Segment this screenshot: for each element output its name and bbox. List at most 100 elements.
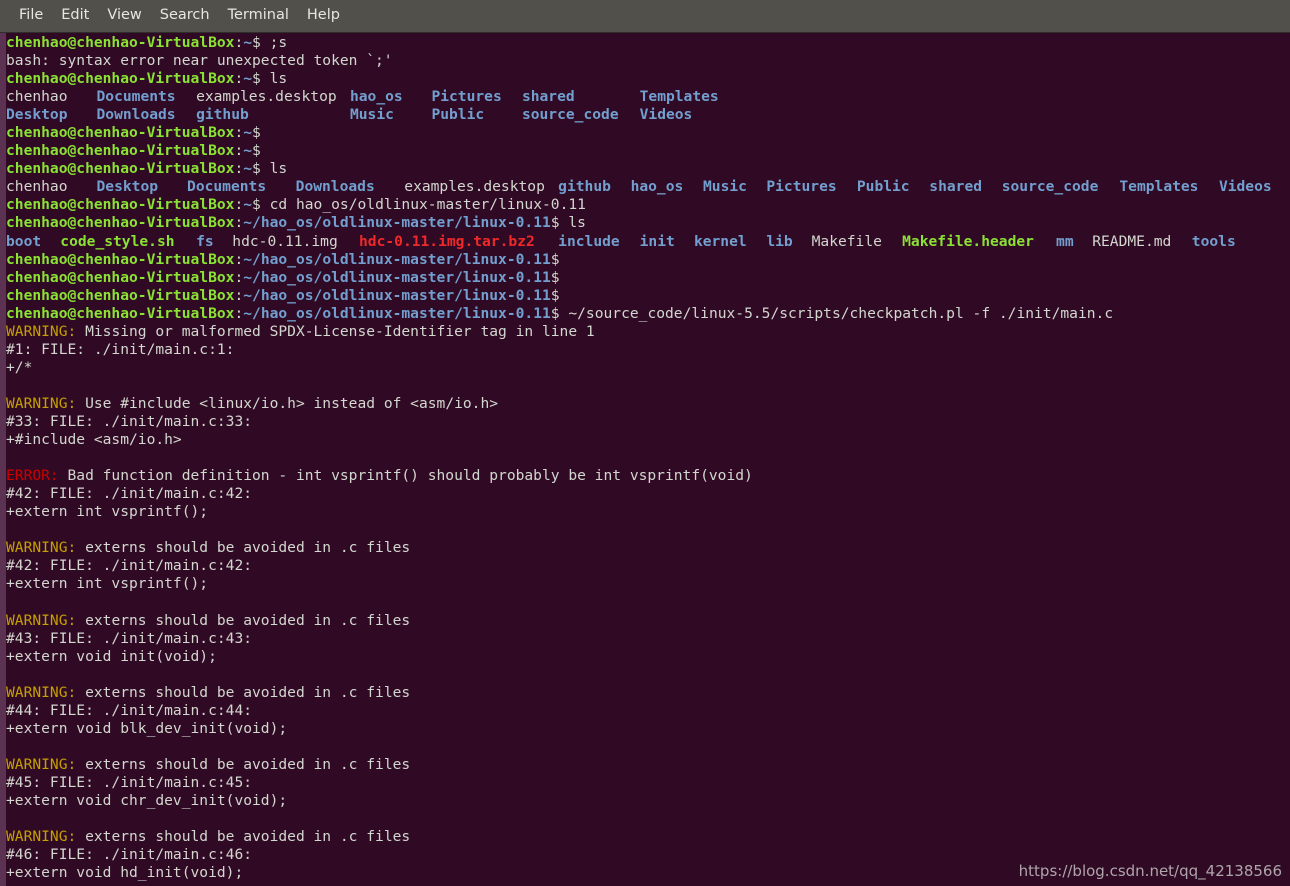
- prompt-user-host: chenhao@chenhao-VirtualBox: [6, 34, 235, 51]
- terminal-output-line: +extern void chr_dev_init(void);: [6, 791, 288, 809]
- ls-entry: boot: [6, 232, 42, 250]
- terminal-output-line: +extern int vsprintf();: [6, 575, 209, 593]
- menu-item-terminal[interactable]: Terminal: [219, 6, 298, 26]
- ls-entry: fs: [196, 232, 214, 250]
- ls-output-line: chenhao Desktop Documents Downloads examples…: [6, 178, 1272, 196]
- terminal-output-line: #42: FILE: ./init/main.c:42:: [6, 485, 253, 503]
- prompt-user-host: chenhao@chenhao-VirtualBox: [6, 268, 235, 286]
- ls-entry: code_style.sh: [60, 232, 175, 250]
- diagnostic-message: externs should be avoided in .c files: [76, 828, 411, 846]
- checkpatch-warning-line: WARNING: externs should be avoided in .c…: [6, 612, 1113, 630]
- ls-output-line: Desktop Downloads github Music Public source_…: [6, 106, 1113, 124]
- ls-entry: tools: [1191, 232, 1236, 250]
- ls-entry: hdc-0.11.img: [232, 232, 338, 250]
- terminal-output-line: +extern int vsprintf();: [6, 503, 209, 521]
- prompt-path: ~/hao_os/oldlinux-master/linux-0.11: [243, 268, 551, 286]
- terminal-output-line: #43: FILE: ./init/main.c:43:: [6, 629, 253, 647]
- ls-entry: Music: [703, 178, 747, 196]
- terminal-output-line: +#include <asm/io.h>: [6, 431, 182, 449]
- terminal-prompt-line: chenhao@chenhao-VirtualBox:~$ ;s: [6, 34, 288, 51]
- menu-item-search[interactable]: Search: [151, 6, 219, 26]
- ls-entry: Pictures: [766, 178, 837, 196]
- menu-item-view[interactable]: View: [98, 6, 150, 26]
- menu-item-help[interactable]: Help: [298, 6, 349, 26]
- ls-entry: hao_os: [349, 88, 403, 106]
- terminal-prompt-line: chenhao@chenhao-VirtualBox:~$ ls: [6, 70, 288, 88]
- menu-item-edit[interactable]: Edit: [52, 6, 98, 26]
- prompt-command: ls: [260, 70, 288, 88]
- warning-label: WARNING:: [6, 611, 77, 629]
- prompt-path: ~: [243, 160, 253, 178]
- ls-entry: chenhao: [6, 178, 68, 196]
- terminal-output-line: +extern void blk_dev_init(void);: [6, 719, 288, 737]
- watermark-text: https://blog.csdn.net/qq_42138566: [1018, 862, 1282, 880]
- terminal-prompt-line: chenhao@chenhao-VirtualBox:~$: [6, 124, 261, 142]
- ls-entry: Templates: [639, 88, 719, 106]
- warning-label: WARNING:: [6, 683, 77, 701]
- prompt-command: ;s: [260, 34, 288, 51]
- terminal-output-line: #1: FILE: ./init/main.c:1:: [6, 340, 235, 358]
- ls-entry: Videos: [1218, 178, 1272, 196]
- ls-entry: examples.desktop: [196, 88, 337, 106]
- ls-entry: mm: [1056, 232, 1074, 250]
- terminal-output-line: #33: FILE: ./init/main.c:33:: [6, 412, 253, 430]
- ls-entry: Makefile.header: [902, 232, 1034, 250]
- ls-entry: hdc-0.11.img.tar.bz2: [359, 232, 535, 250]
- ls-entry: Documents: [96, 88, 176, 106]
- prompt-path: ~: [243, 142, 253, 160]
- ls-entry: Templates: [1119, 178, 1199, 196]
- ls-entry: Desktop: [96, 178, 159, 196]
- ls-output-line: chenhao Documents examples.desktop hao_os Pi…: [6, 88, 1113, 106]
- ls-entry: lib: [766, 232, 793, 250]
- terminal-output-line: +extern void init(void);: [6, 647, 217, 665]
- terminal-prompt-line: chenhao@chenhao-VirtualBox:~$: [6, 142, 261, 160]
- menu-bar: File Edit View Search Terminal Help: [0, 0, 1290, 33]
- prompt-user-host: chenhao@chenhao-VirtualBox: [6, 286, 235, 304]
- ls-entry: github: [558, 178, 611, 196]
- ls-entry: source_code: [521, 106, 619, 124]
- ls-entry: source_code: [1001, 178, 1099, 196]
- terminal-output-line: #42: FILE: ./init/main.c:42:: [6, 557, 253, 575]
- ls-entry: Public: [856, 178, 910, 196]
- prompt-path: ~/hao_os/oldlinux-master/linux-0.11: [243, 304, 551, 322]
- prompt-command: ls: [559, 214, 586, 232]
- ls-entry: chenhao: [6, 88, 68, 106]
- terminal-screen[interactable]: chenhao@chenhao-VirtualBox:~$ ;s bash: sy…: [0, 33, 1290, 886]
- ls-entry: Documents: [187, 178, 267, 196]
- prompt-path: ~/hao_os/oldlinux-master/linux-0.11: [243, 286, 551, 304]
- prompt-path: ~: [243, 124, 253, 142]
- terminal-prompt-line: chenhao@chenhao-VirtualBox:~/hao_os/oldl…: [6, 304, 1114, 322]
- checkpatch-warning-line: WARNING: Use #include <linux/io.h> inste…: [6, 395, 1113, 413]
- prompt-path: ~: [243, 70, 253, 88]
- ls-entry: Public: [431, 106, 485, 124]
- ls-entry: Videos: [639, 106, 693, 124]
- prompt-path: ~/hao_os/oldlinux-master/linux-0.11: [243, 250, 551, 268]
- warning-label: WARNING:: [6, 394, 77, 412]
- ls-entry: github: [196, 106, 249, 124]
- diagnostic-message: Missing or malformed SPDX-License-Identi…: [76, 322, 595, 340]
- diagnostic-message: externs should be avoided in .c files: [76, 539, 411, 557]
- ls-entry: Downloads: [96, 106, 176, 124]
- prompt-path: ~: [243, 34, 253, 51]
- diagnostic-message: externs should be avoided in .c files: [76, 683, 411, 701]
- terminal-output-line: #46: FILE: ./init/main.c:46:: [6, 846, 253, 864]
- menu-item-file[interactable]: File: [10, 6, 52, 26]
- prompt-user-host: chenhao@chenhao-VirtualBox: [6, 214, 235, 232]
- prompt-user-host: chenhao@chenhao-VirtualBox: [6, 124, 235, 142]
- prompt-user-host: chenhao@chenhao-VirtualBox: [6, 160, 235, 178]
- checkpatch-warning-line: WARNING: externs should be avoided in .c…: [6, 828, 1113, 846]
- ls-entry: shared: [521, 88, 575, 106]
- prompt-command: ~/source_code/linux-5.5/scripts/checkpat…: [559, 304, 1114, 322]
- terminal-prompt-line: chenhao@chenhao-VirtualBox:~$ ls: [6, 160, 288, 178]
- diagnostic-message: Use #include <linux/io.h> instead of <as…: [76, 394, 499, 412]
- prompt-user-host: chenhao@chenhao-VirtualBox: [6, 250, 235, 268]
- diagnostic-message: externs should be avoided in .c files: [76, 611, 411, 629]
- diagnostic-message: Bad function definition - int vsprintf()…: [58, 467, 753, 485]
- diagnostic-message: externs should be avoided in .c files: [76, 755, 411, 773]
- ls-entry: init: [639, 232, 675, 250]
- ls-entry: README.md: [1092, 232, 1172, 250]
